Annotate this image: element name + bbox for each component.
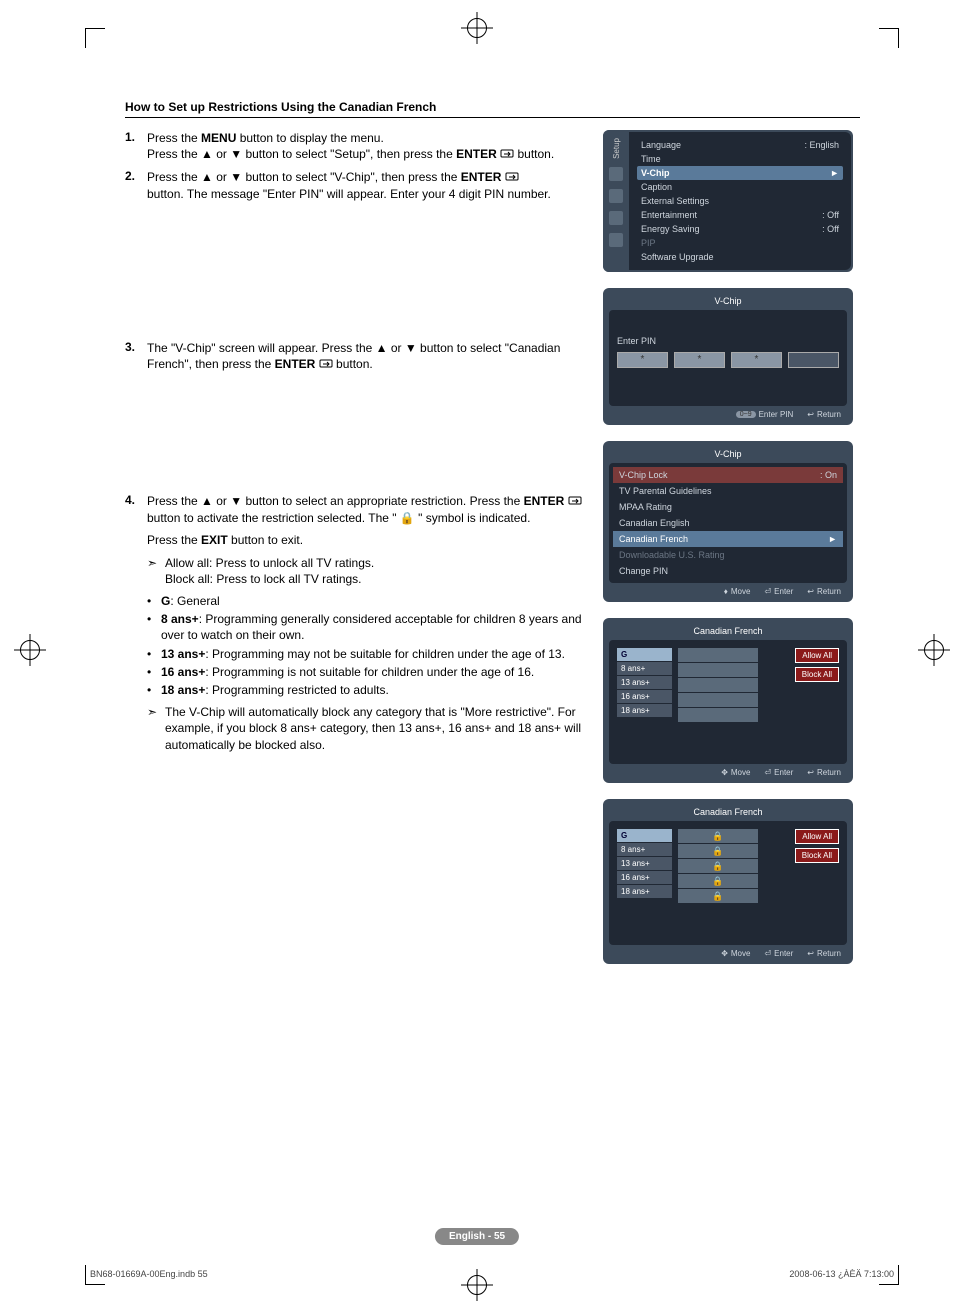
enter-icon (500, 147, 514, 163)
pin-digit: * (731, 352, 782, 368)
move-icon: ✥ (721, 768, 728, 777)
lock-icon: 🔒 (678, 859, 758, 873)
osd-enter-pin-panel: V-Chip Enter PIN * * * 0~9Enter PIN ↩Ret… (603, 288, 853, 425)
pin-digit: * (617, 352, 668, 368)
osd-setup-panel: Setup Language: English Time V-Chip► Cap… (603, 130, 853, 272)
section-title: How to Set up Restrictions Using the Can… (125, 100, 860, 118)
chevron-right-icon: ➣ (147, 704, 165, 753)
right-column: Setup Language: English Time V-Chip► Cap… (603, 130, 853, 980)
enter-icon (505, 170, 519, 186)
plug-icon (609, 167, 623, 181)
enter-icon (319, 357, 333, 373)
lock-icon: 🔒 (400, 511, 415, 525)
rating-13ans: 13 ans+ (617, 676, 672, 689)
doc-id: BN68-01669A-00Eng.indb 55 (90, 1269, 208, 1279)
rating-16ans: 16 ans+ (617, 871, 672, 884)
rating-8ans: 8 ans+ (617, 843, 672, 856)
step-text: Press the ▲ or ▼ button to select an app… (147, 493, 585, 754)
step-text: The "V-Chip" screen will appear. Press t… (147, 340, 585, 373)
step-number: 4. (125, 493, 147, 754)
step-text: Press the ▲ or ▼ button to select "V-Chi… (147, 169, 551, 202)
page-number-badge: English - 55 (435, 1228, 519, 1245)
return-icon: ↩ (807, 949, 814, 958)
document-footer: BN68-01669A-00Eng.indb 55 2008-06-13 ¿ÀÈ… (90, 1269, 894, 1279)
chevron-right-icon: ► (830, 168, 839, 178)
rating-16ans: 16 ans+ (617, 690, 672, 703)
rating-cell (678, 678, 758, 692)
step-text: Press the MENU button to display the men… (147, 130, 554, 163)
rating-g: G (617, 648, 672, 661)
registration-mark-right (924, 640, 944, 660)
input-icon (609, 233, 623, 247)
enter-icon (568, 494, 582, 510)
registration-mark-top (467, 18, 487, 38)
enter-icon: ⏎ (764, 768, 771, 777)
antenna-icon (609, 211, 623, 225)
step-number: 1. (125, 130, 147, 163)
return-icon: ↩ (807, 768, 814, 777)
registration-mark-left (20, 640, 40, 660)
enter-icon: ⏎ (764, 587, 771, 596)
enter-pin-label: Enter PIN (617, 336, 839, 346)
updown-icon: ♦ (724, 587, 728, 596)
allow-all-button[interactable]: Allow All (795, 648, 839, 663)
enter-icon: ⏎ (764, 949, 771, 958)
lock-icon: 🔒 (678, 889, 758, 903)
rating-cell (678, 648, 758, 662)
rating-g: G (617, 829, 672, 842)
lock-icon: 🔒 (678, 844, 758, 858)
lock-icon: 🔒 (678, 829, 758, 843)
page-content: How to Set up Restrictions Using the Can… (125, 100, 860, 980)
osd-canadian-french-panel: Canadian French G 8 ans+ 13 ans+ 16 ans+… (603, 618, 853, 783)
crop-mark-tr (879, 28, 899, 48)
left-column: 1. Press the MENU button to display the … (125, 130, 585, 980)
osd-canadian-french-locked-panel: Canadian French G 8 ans+ 13 ans+ 16 ans+… (603, 799, 853, 964)
block-all-button[interactable]: Block All (795, 848, 839, 863)
gear-icon (609, 189, 623, 203)
move-icon: ✥ (721, 949, 728, 958)
setup-tab-label: Setup (612, 138, 621, 159)
return-icon: ↩ (807, 587, 814, 596)
lock-icon: 🔒 (678, 874, 758, 888)
canadian-french-selected: Canadian French► (613, 531, 843, 547)
rating-18ans: 18 ans+ (617, 885, 672, 898)
rating-cell (678, 693, 758, 707)
rating-cell (678, 708, 758, 722)
step-number: 2. (125, 169, 147, 202)
rating-8ans: 8 ans+ (617, 662, 672, 675)
chevron-right-icon: ➣ (147, 555, 165, 587)
osd-vchip-selected: V-Chip► (637, 166, 843, 180)
return-icon: ↩ (807, 410, 814, 419)
chevron-right-icon: ► (828, 534, 837, 544)
allow-all-button[interactable]: Allow All (795, 829, 839, 844)
pin-digit (788, 352, 839, 368)
crop-mark-tl (85, 28, 105, 48)
rating-18ans: 18 ans+ (617, 704, 672, 717)
rating-13ans: 13 ans+ (617, 857, 672, 870)
rating-cell (678, 663, 758, 677)
osd-vchip-panel: V-Chip V-Chip Lock: On TV Parental Guide… (603, 441, 853, 602)
step-number: 3. (125, 340, 147, 373)
doc-timestamp: 2008-06-13 ¿ÀÈÄ 7:13:00 (789, 1269, 894, 1279)
pin-digit: * (674, 352, 725, 368)
block-all-button[interactable]: Block All (795, 667, 839, 682)
